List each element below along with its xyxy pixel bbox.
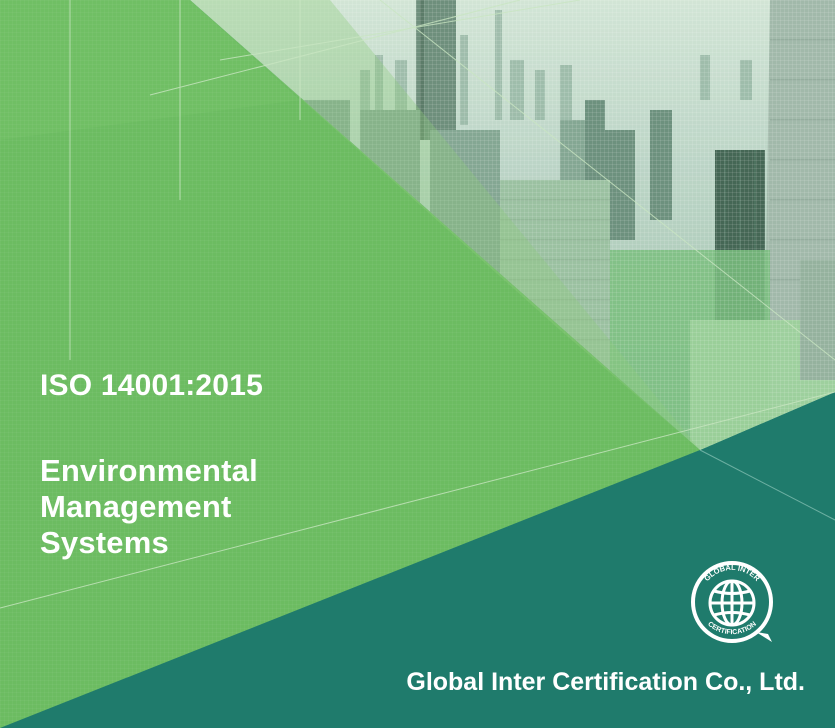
title-line: Environmental xyxy=(40,453,258,488)
global-inter-logo: GLOBAL INTER CERTIFICATION xyxy=(691,561,773,643)
title-line: Systems xyxy=(40,525,169,560)
cover-title: Environmental Management Systems xyxy=(40,453,258,561)
globe-icon xyxy=(708,579,756,627)
standard-number: ISO 14001:2015 xyxy=(40,369,263,402)
company-name: Global Inter Certification Co., Ltd. xyxy=(406,668,805,696)
title-line: Management xyxy=(40,489,232,524)
cover-page: ISO 14001:2015 Environmental Management … xyxy=(0,0,835,728)
